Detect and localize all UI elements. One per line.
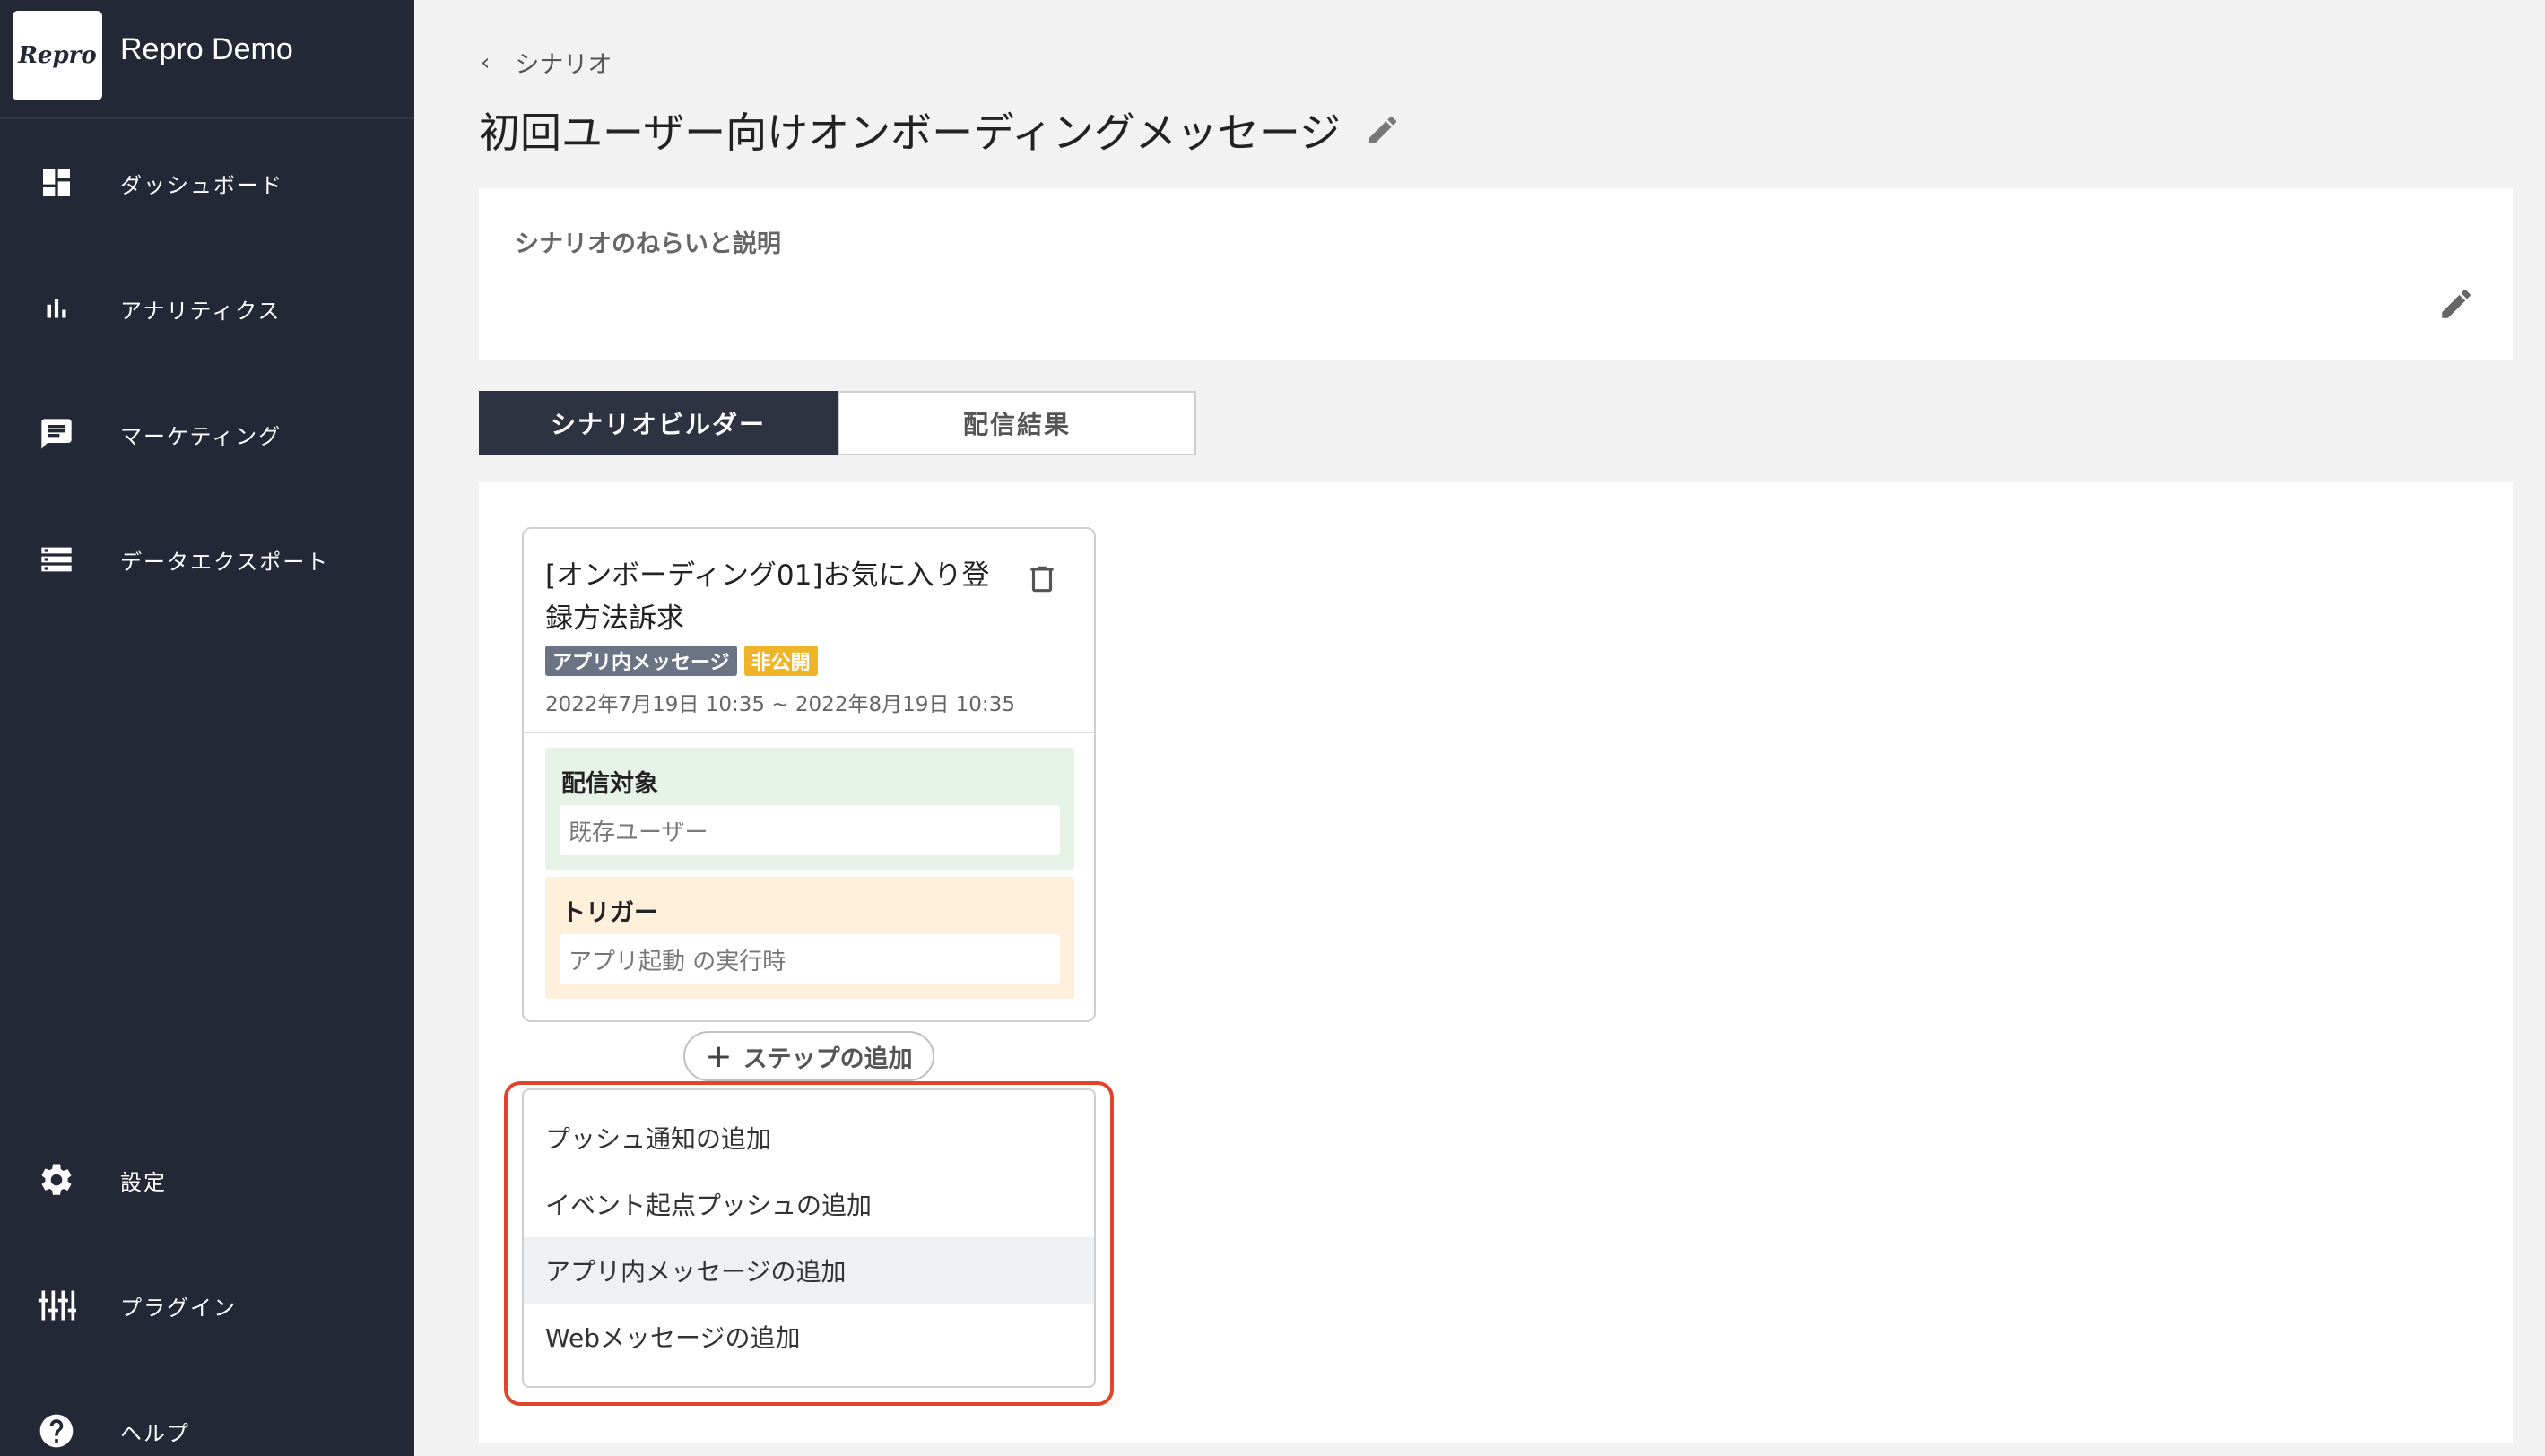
target-label: 配信対象 <box>561 770 658 798</box>
help-icon <box>36 1410 77 1452</box>
type-badge: アプリ内メッセージ <box>545 646 737 676</box>
sidebar-item-data-export[interactable]: データエクスポート <box>0 515 414 604</box>
tab-scenario-builder[interactable]: シナリオビルダー <box>479 391 838 455</box>
sidebar-item-analytics[interactable]: アナリティクス <box>0 264 414 353</box>
scenario-builder-canvas: [オンボーディング01]お気に入り登録方法訴求 アプリ内メッセージ 非公開 20… <box>479 482 2513 1443</box>
sidebar-item-plugins[interactable]: プラグイン <box>0 1261 414 1350</box>
scenario-title: 初回ユーザー向けオンボーディングメッセージ <box>479 108 1341 157</box>
menu-item-add-event-push[interactable]: イベント起点プッシュの追加 <box>524 1171 1094 1237</box>
description-card: シナリオのねらいと説明 <box>479 188 2513 360</box>
sidebar-item-label: ヘルプ <box>120 1420 190 1446</box>
divider <box>524 732 1094 733</box>
message-icon <box>36 413 77 455</box>
description-label: シナリオのねらいと説明 <box>515 230 781 258</box>
step-title: [オンボーディング01]お気に入り登録方法訴求 <box>545 559 990 635</box>
chevron-left-icon: ‹ <box>481 48 491 76</box>
sidebar-item-label: ダッシュボード <box>120 172 283 198</box>
step-card[interactable]: [オンボーディング01]お気に入り登録方法訴求 アプリ内メッセージ 非公開 20… <box>522 527 1096 1022</box>
sidebar-item-label: アナリティクス <box>120 298 282 324</box>
trash-icon[interactable] <box>1024 559 1060 599</box>
sidebar-item-label: プラグイン <box>120 1295 237 1321</box>
breadcrumb-link[interactable]: シナリオ <box>515 45 612 80</box>
menu-item-add-in-app-message[interactable]: アプリ内メッセージの追加 <box>524 1237 1094 1304</box>
tab-delivery-results[interactable]: 配信結果 <box>838 391 1196 455</box>
plus-icon: + <box>705 1037 733 1075</box>
step-badges: アプリ内メッセージ 非公開 <box>545 646 818 676</box>
edit-title-icon[interactable] <box>1364 111 1402 149</box>
edit-description-icon[interactable] <box>2436 283 2477 325</box>
tab-bar: シナリオビルダー 配信結果 <box>479 391 1196 455</box>
sidebar-item-marketing[interactable]: マーケティング <box>0 389 414 479</box>
sidebar-item-label: マーケティング <box>120 423 282 449</box>
breadcrumb[interactable]: ‹ シナリオ <box>481 45 612 80</box>
target-value: 既存ユーザー <box>560 805 1060 855</box>
add-step-menu: プッシュ通知の追加 イベント起点プッシュの追加 アプリ内メッセージの追加 Web… <box>522 1088 1096 1388</box>
page-title: 初回ユーザー向けオンボーディングメッセージ <box>479 100 1402 160</box>
menu-item-add-web-message[interactable]: Webメッセージの追加 <box>524 1304 1094 1370</box>
add-step-label: ステップの追加 <box>743 1044 913 1073</box>
sidebar-item-label: データエクスポート <box>120 549 330 575</box>
target-section[interactable]: 配信対象 既存ユーザー <box>545 748 1074 870</box>
repro-logo[interactable]: Repro <box>13 11 102 100</box>
sidebar-item-settings[interactable]: 設定 <box>0 1135 414 1225</box>
gear-icon <box>36 1159 77 1200</box>
add-step-button[interactable]: + ステップの追加 <box>683 1031 934 1081</box>
sidebar: Repro Repro Demo ダッシュボード アナリティクス マーケティング… <box>0 0 414 1456</box>
delivery-period: 2022年7月19日 10:35 ~ 2022年8月19日 10:35 <box>545 693 1015 716</box>
trigger-section[interactable]: トリガー アプリ起動 の実行時 <box>545 877 1074 999</box>
sidebar-item-label: 設定 <box>120 1169 167 1195</box>
status-badge: 非公開 <box>743 646 818 676</box>
menu-item-add-push[interactable]: プッシュ通知の追加 <box>524 1105 1094 1171</box>
plugin-icon <box>36 1285 77 1326</box>
sidebar-item-dashboard[interactable]: ダッシュボード <box>0 138 414 228</box>
dashboard-icon <box>36 162 77 204</box>
sidebar-item-help[interactable]: ヘルプ <box>0 1386 414 1456</box>
brand-header: Repro Repro Demo <box>0 0 414 119</box>
trigger-value: アプリ起動 の実行時 <box>560 934 1060 984</box>
trigger-label: トリガー <box>561 899 658 927</box>
app-name: Repro Demo <box>120 32 293 66</box>
bar-chart-icon <box>36 288 77 329</box>
storage-icon <box>36 539 77 580</box>
